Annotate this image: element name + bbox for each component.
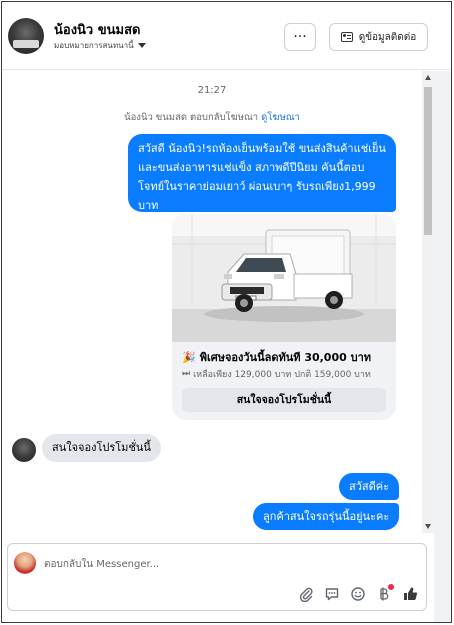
more-options-button[interactable]: ··· [284, 23, 316, 51]
ad-reply-notice: น้องนิว ขนมสด ตอบกลับโฆษณา ดูโฆษณา [2, 110, 422, 125]
quick-reply-icon[interactable] [324, 586, 340, 602]
promo-title: 🎉 พิเศษจองวันนี้ลดทันที 30,000 บาท [182, 348, 371, 366]
page-name[interactable]: น้องนิว ขนมสด [54, 19, 140, 40]
promo-subtitle-text: เหลือเพียง 129,000 บาท ปกติ 159,000 บาท [193, 370, 371, 380]
contact-card-icon [340, 32, 353, 42]
fast-forward-icon: ⏭ [182, 369, 191, 379]
promo-cta-button[interactable]: สนใจจองโปรโมชั่นนี้ [182, 388, 386, 412]
view-contact-label: ดูข้อมูลติดต่อ [358, 31, 417, 43]
incoming-message[interactable]: สนใจจองโปรโมชั่นนี้ [42, 434, 161, 462]
scrollbar-thumb[interactable] [424, 87, 432, 235]
view-ad-link[interactable]: ดูโฆษณา [261, 112, 300, 123]
assign-conversation-label: มอบหมายการสนทนานี้ [54, 41, 134, 50]
reply-composer[interactable]: ตอบกลับใน Messenger... [7, 543, 427, 611]
promo-card[interactable]: 🎉 พิเศษจองวันนี้ลดทันที 30,000 บาท ⏭ เหล… [172, 214, 396, 420]
customer-avatar[interactable] [12, 438, 36, 462]
assign-conversation-dropdown[interactable]: มอบหมายการสนทนานี้ [54, 39, 146, 52]
payment-icon[interactable] [376, 584, 394, 602]
scroll-up-icon[interactable] [425, 75, 431, 80]
thumbs-up-icon[interactable] [402, 586, 418, 602]
message-thread: 21:27 น้องนิว ขนมสด ตอบกลับโฆษณา ดูโฆษณา… [2, 71, 434, 533]
attachment-icon[interactable] [298, 586, 314, 602]
thread-scrollbar[interactable] [422, 71, 434, 533]
conversation-header: น้องนิว ขนมสด มอบหมายการสนทนานี้ ··· ดูข… [2, 2, 451, 70]
chevron-down-icon [137, 43, 146, 48]
view-contact-button[interactable]: ดูข้อมูลติดต่อ [329, 23, 428, 51]
truck-image[interactable] [172, 214, 396, 342]
ad-reply-text: น้องนิว ขนมสด ตอบกลับโฆษณา [124, 112, 259, 123]
promo-title-text: พิเศษจองวันนี้ลดทันที 30,000 บาท [199, 351, 372, 364]
message-timestamp: 21:27 [197, 85, 227, 96]
scroll-down-icon[interactable] [425, 524, 431, 529]
reply-input[interactable]: ตอบกลับใน Messenger... [44, 557, 159, 572]
outgoing-message[interactable]: สวัสดี น้องนิว!รถห้องเย็นพร้อมใช้ ขนส่งส… [128, 134, 396, 212]
ellipsis-icon: ··· [293, 29, 307, 45]
party-popper-icon: 🎉 [182, 350, 196, 364]
promo-subtitle: ⏭ เหลือเพียง 129,000 บาท ปกติ 159,000 บา… [182, 367, 371, 381]
page-avatar[interactable] [8, 18, 44, 54]
outgoing-message[interactable]: ลูกค้าสนใจรถรุ่นนี้อยู่นะคะ [253, 503, 400, 530]
composer-toolbar [298, 584, 418, 602]
side-panel-edge [434, 71, 451, 622]
truck-illustration [172, 214, 396, 342]
emoji-icon[interactable] [350, 586, 366, 602]
notification-dot [388, 584, 394, 590]
composer-area: ตอบกลับใน Messenger... [2, 533, 434, 622]
sender-avatar [14, 552, 36, 574]
outgoing-message[interactable]: สวัสดีค่ะ [339, 473, 400, 500]
messenger-window: น้องนิว ขนมสด มอบหมายการสนทนานี้ ··· ดูข… [1, 1, 452, 623]
